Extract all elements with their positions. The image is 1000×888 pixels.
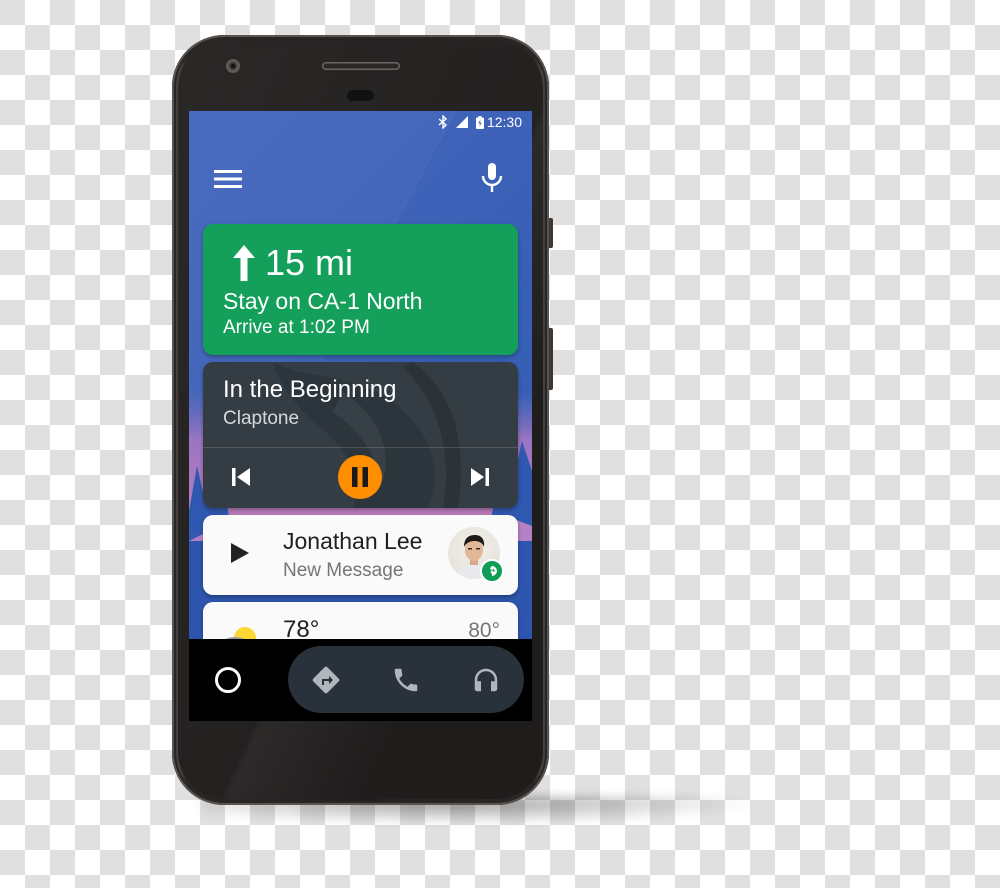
menu-button[interactable]: [213, 167, 243, 191]
power-button[interactable]: [549, 218, 553, 248]
clock: 12:30: [486, 114, 522, 130]
media-divider: [203, 447, 518, 448]
skip-previous-icon: [232, 468, 250, 486]
facet-navigation[interactable]: [308, 662, 344, 698]
play-message-button[interactable]: [231, 543, 249, 568]
status-bar: 12:30: [189, 111, 532, 133]
earpiece-speaker: [322, 62, 400, 70]
track-artist: Claptone: [223, 408, 300, 429]
headphones-icon: [474, 668, 498, 692]
directions-icon: [312, 666, 340, 694]
message-subtitle: New Message: [283, 560, 404, 581]
hangouts-icon: [489, 566, 497, 576]
microphone-icon: [481, 163, 503, 192]
proximity-sensor: [347, 90, 374, 101]
instruction-text: Stay on CA-1 North: [223, 288, 423, 314]
arrow-up-icon: [233, 245, 255, 281]
skip-next-button[interactable]: [462, 462, 498, 492]
skip-next-icon: [471, 468, 489, 486]
voice-button[interactable]: [479, 161, 505, 195]
bluetooth-icon: [438, 115, 448, 129]
menu-icon: [214, 170, 242, 188]
phone-screen: 12:30 15 mi Stay on CA-1 North Arrive at…: [189, 111, 532, 721]
facet-bar: [288, 646, 524, 713]
facet-media[interactable]: [468, 662, 504, 698]
home-circle-icon[interactable]: [215, 667, 241, 693]
front-camera: [226, 59, 240, 73]
media-card[interactable]: In the Beginning Claptone: [203, 362, 518, 508]
track-title: In the Beginning: [223, 376, 397, 403]
battery-icon: [475, 115, 484, 129]
bottom-navigation: [189, 639, 532, 721]
message-card[interactable]: Jonathan Lee New Message: [203, 515, 518, 595]
navigation-card[interactable]: 15 mi Stay on CA-1 North Arrive at 1:02 …: [203, 224, 518, 355]
play-pause-button[interactable]: [338, 455, 382, 499]
eta-text: Arrive at 1:02 PM: [223, 317, 370, 338]
skip-previous-button[interactable]: [223, 462, 259, 492]
distance-text: 15 mi: [265, 242, 354, 283]
pause-icon: [352, 467, 368, 487]
phone-icon: [394, 668, 418, 692]
play-icon: [231, 543, 249, 563]
sender-name: Jonathan Lee: [283, 528, 423, 554]
distance-row: 15 mi: [233, 242, 353, 284]
signal-icon: [455, 116, 468, 128]
volume-button[interactable]: [549, 328, 553, 390]
facet-phone[interactable]: [388, 662, 424, 698]
hangouts-badge: [480, 559, 504, 583]
